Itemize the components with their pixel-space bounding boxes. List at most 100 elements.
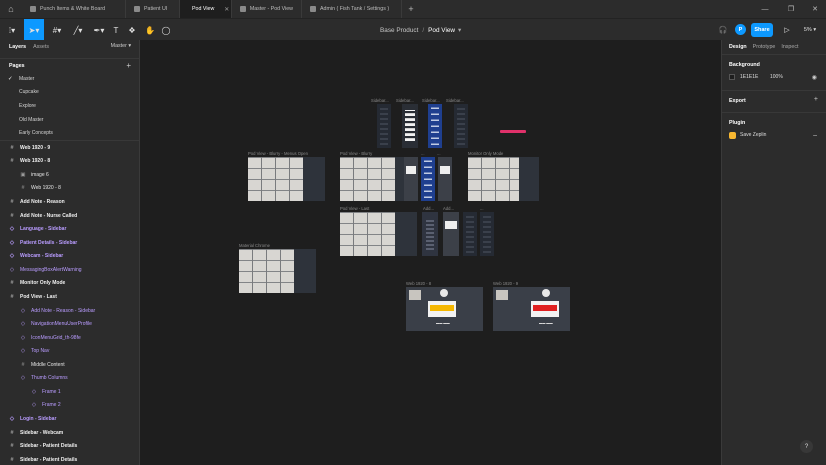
frame-icon: # [10,293,14,300]
canvas[interactable]: Sidebar... Sidebar... Sidebar... Sidebar… [140,40,721,465]
close-window-icon[interactable]: ✕ [806,0,824,18]
tab-prototype[interactable]: Prototype [753,44,776,50]
layer-item[interactable]: # Add Note - Reason [0,195,139,209]
frame-icon: # [10,280,14,287]
layer-item[interactable]: ◇ IconMenuGrid_th-98fe [0,331,139,345]
page-item[interactable]: ✓ Master [0,72,139,86]
layer-label: Add Note - Reason [20,199,65,205]
zoom-dropdown[interactable]: 5% ▾ [800,19,820,41]
main-menu-icon[interactable]: ⁞▾ [2,19,22,41]
layer-item[interactable]: # Sidebar - Webcam [0,426,139,440]
chevron-down-icon[interactable]: ▾ [458,26,461,34]
share-button[interactable]: Share [751,23,773,37]
alert-warning-frame[interactable] [500,130,526,133]
maximize-icon[interactable]: ❐ [782,0,800,18]
remove-plugin-icon[interactable]: – [813,132,817,139]
layer-item[interactable]: # Middle Content [0,358,139,372]
frame-pod-view-last[interactable] [340,212,417,256]
components-icon[interactable]: ❖ [126,19,138,41]
layer-item[interactable]: # Sidebar - Patient Details [0,439,139,453]
tab-pod-view[interactable]: Pod View ✕ [180,0,232,18]
component-icon: ◇ [9,266,15,273]
frame-sidebar-4[interactable] [454,104,468,148]
tab-admin[interactable]: Admin ( Fish Tank / Settings ) [302,0,402,18]
move-tool-icon[interactable]: ➤▾ [24,19,44,41]
layer-item[interactable]: # Add Note - Nurse Called [0,209,139,223]
frame-sidebar-small-1[interactable] [404,157,418,201]
frame-material-chrome[interactable] [239,249,316,293]
page-item[interactable]: Cupcake [0,86,139,100]
layer-item[interactable]: # Monitor Only Mode [0,277,139,291]
tab-punch-items[interactable]: Punch Items & White Board [22,0,126,18]
layer-item[interactable]: # Web 1920 - 8 [0,155,139,169]
frame-add-note-1[interactable] [422,212,438,256]
layer-item[interactable]: ◇ Top Nav [0,344,139,358]
minimize-icon[interactable]: — [756,0,774,18]
tab-label: Master - Pod View [249,6,293,12]
project-name[interactable]: Base Product [380,27,418,34]
frame-sidebar-small-2[interactable] [421,157,435,201]
layer-item[interactable]: # Web 1920 - 9 [0,141,139,155]
frame-web-1920-9[interactable]: ▬▬ ▬▬ [493,287,570,331]
file-name[interactable]: Pod View [428,27,455,34]
layer-item[interactable]: ◇ MessagingBoxAlertWarning [0,263,139,277]
tab-design[interactable]: Design [729,44,747,50]
audio-headphones-icon[interactable]: 🎧 [716,19,730,41]
help-button[interactable]: ? [800,440,813,453]
layer-item[interactable]: ◇ Webcam - Sidebar [0,249,139,263]
frame-monitor-only-mode[interactable] [468,157,539,201]
frame-sidebar-small-4[interactable] [463,212,477,256]
frame-web-1920-8[interactable]: ▬▬ ▬▬ [406,287,483,331]
frame-sidebar-small-5[interactable] [480,212,494,256]
page-item[interactable]: Old Master [0,113,139,127]
tab-master-pod-view[interactable]: Master - Pod View [232,0,302,18]
layer-item[interactable]: ◇ Frame 2 [0,399,139,413]
layer-item[interactable]: # Web 1920 - 8 [0,182,139,196]
tab-patient-ui[interactable]: Patient UI [126,0,180,18]
new-tab-icon[interactable]: + [402,0,420,18]
present-play-icon[interactable]: ▷ [781,19,793,41]
tab-assets[interactable]: Assets [33,44,49,50]
frame-sidebar-small-3[interactable] [438,157,452,201]
add-page-icon[interactable]: + [126,61,131,70]
page-item[interactable]: Early Concepts [0,126,139,140]
tab-inspect[interactable]: Inspect [781,44,798,50]
layer-item[interactable]: ◇ Login - Sidebar [0,412,139,426]
frame-sidebar-1[interactable] [377,104,391,148]
background-swatch[interactable] [729,74,735,80]
avatar[interactable]: P [735,24,746,35]
layer-item[interactable]: ▣ image 6 [0,168,139,182]
frame-label: Monitor Only Mode [468,151,504,156]
frame-sidebar-3[interactable] [428,104,442,148]
layer-item[interactable]: ◇ Thumb Columns [0,372,139,386]
shape-tool-icon[interactable]: ╱▾ [68,19,88,41]
text-tool-icon[interactable]: T [110,19,122,41]
pen-tool-icon[interactable]: ✒▾ [89,19,109,41]
add-export-icon[interactable]: + [814,96,818,103]
layer-item[interactable]: # Sidebar - Patient Details [0,453,139,465]
tab-layers[interactable]: Layers [9,44,26,50]
frame-add-note-2[interactable] [443,212,459,256]
page-selector[interactable]: Master ▾ [111,43,131,49]
plugin-row[interactable]: Save Zeplin – [729,129,819,141]
close-tab-icon[interactable]: ✕ [224,6,229,13]
frame-pod-view-menus-open[interactable] [248,157,325,201]
layer-item[interactable]: ◇ NavigationMenuUserProfile [0,317,139,331]
background-opacity[interactable]: 100% [770,74,783,80]
layer-item[interactable]: ◇ Frame 1 [0,385,139,399]
comment-tool-icon[interactable]: ◯ [160,19,172,41]
layer-item[interactable]: # Pod View - Last [0,290,139,304]
layer-label: Pod View - Last [20,293,57,300]
layer-item[interactable]: ◇ Add Note - Reason - Sidebar [0,304,139,318]
layer-item[interactable]: ◇ Patient Details - Sidebar [0,236,139,250]
page-label: Explore [19,102,36,109]
home-icon[interactable]: ⌂ [0,0,22,18]
page-item[interactable]: Explore [0,99,139,113]
layer-item[interactable]: ◇ Language - Sidebar [0,222,139,236]
background-hex[interactable]: 1E1E1E [740,74,770,80]
frame-tool-icon[interactable]: #▾ [47,19,67,41]
hand-tool-icon[interactable]: ✋ [144,19,156,41]
frame-sidebar-2[interactable] [402,104,418,148]
eye-icon[interactable]: ◉ [812,74,817,81]
tab-label: Patient UI [144,6,168,12]
